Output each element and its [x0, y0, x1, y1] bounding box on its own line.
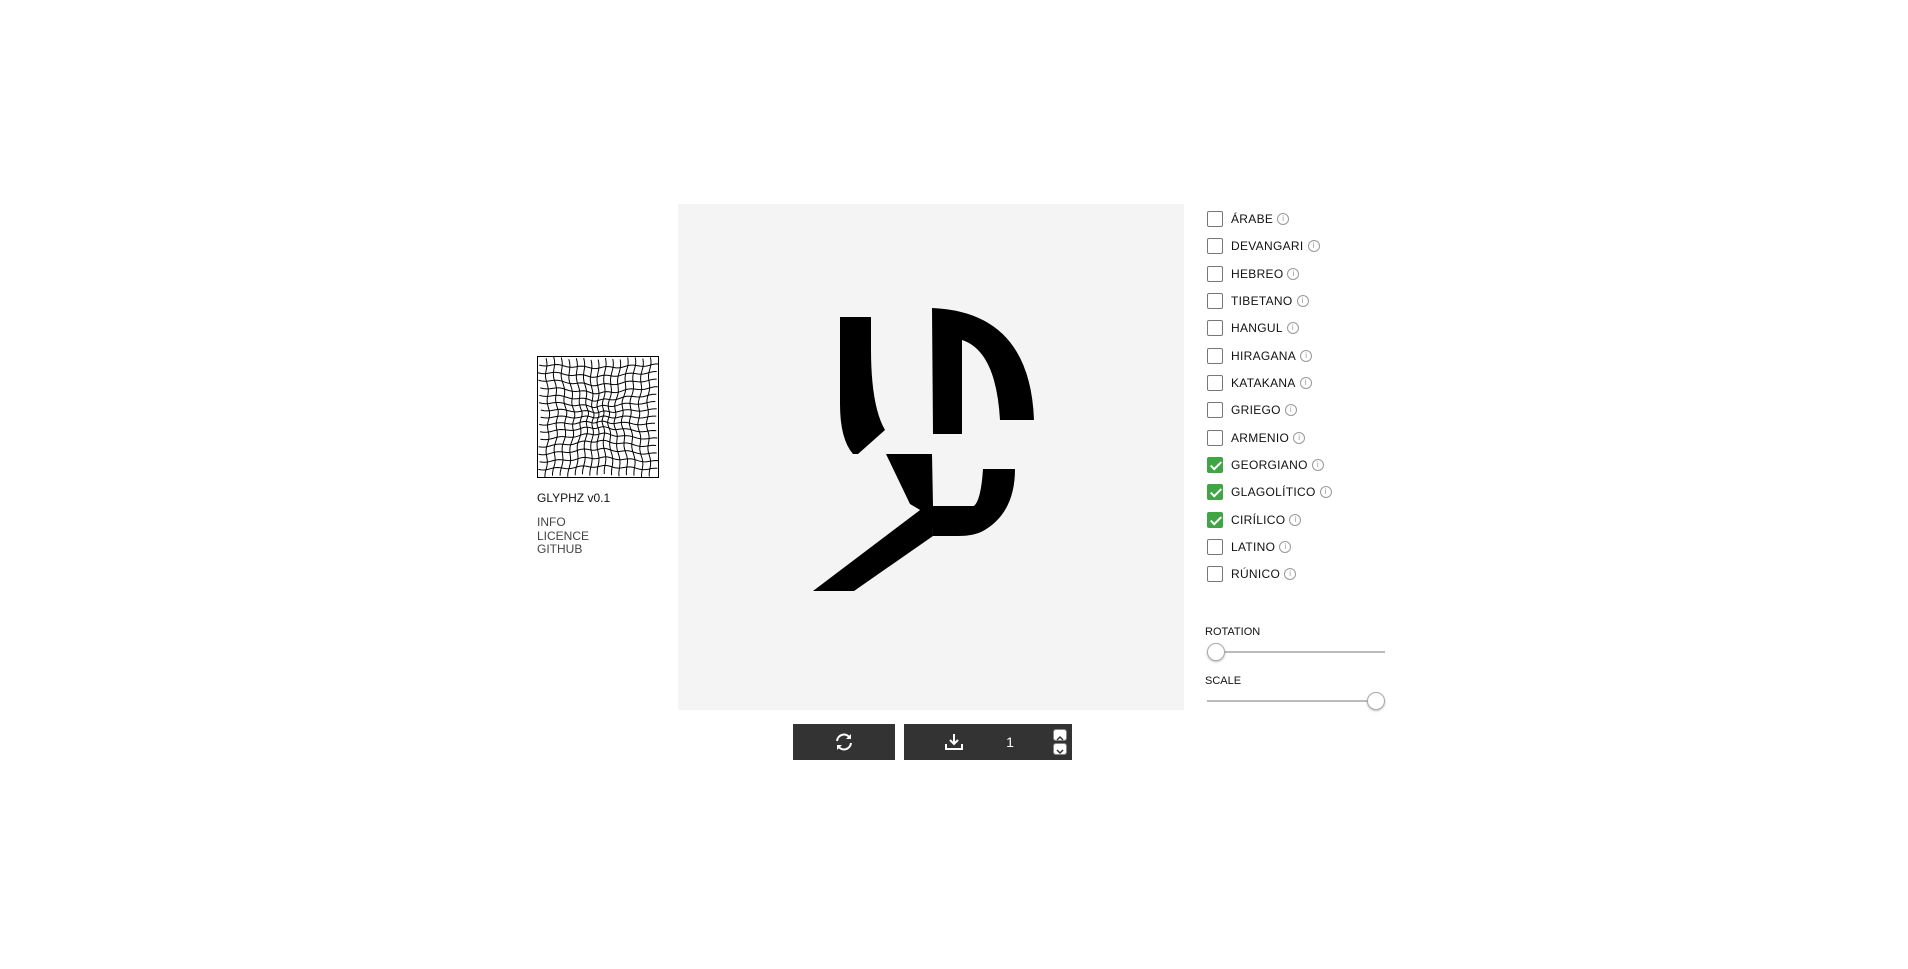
github-link[interactable]: GITHUB — [537, 542, 589, 557]
info-link[interactable]: INFO — [537, 515, 589, 530]
glyph-stroke-bowl — [932, 308, 1034, 434]
info-icon[interactable]: i — [1284, 404, 1297, 416]
checkbox[interactable] — [1207, 375, 1223, 391]
glyph-canvas — [678, 204, 1184, 710]
script-label: HEBREO — [1231, 267, 1284, 281]
checkbox[interactable] — [1207, 266, 1223, 282]
decrement-button[interactable] — [1053, 743, 1067, 755]
rotation-slider-thumb[interactable] — [1207, 643, 1225, 661]
script-label: HIRAGANA — [1231, 349, 1297, 363]
info-icon[interactable]: i — [1299, 377, 1312, 389]
script-label: GRIEGO — [1231, 403, 1281, 417]
info-icon[interactable]: i — [1307, 240, 1320, 252]
chevron-down-icon — [1056, 749, 1064, 755]
checkbox[interactable] — [1207, 512, 1223, 528]
download-control[interactable]: 1 — [904, 724, 1072, 760]
checkbox[interactable] — [1207, 348, 1223, 364]
checkbox[interactable] — [1207, 238, 1223, 254]
licence-link[interactable]: LICENCE — [537, 529, 589, 544]
script-label: TIBETANO — [1231, 294, 1293, 308]
chevron-up-icon — [1056, 735, 1064, 741]
checkbox[interactable] — [1207, 293, 1223, 309]
info-icon[interactable]: i — [1279, 541, 1292, 553]
script-row-hangul[interactable]: HANGUL i — [1207, 318, 1299, 338]
script-row-runico[interactable]: RÚNICO i — [1207, 564, 1297, 584]
logo-warped-grid — [537, 356, 659, 478]
script-label: HANGUL — [1231, 321, 1283, 335]
increment-button[interactable] — [1053, 729, 1067, 741]
script-label: GLAGOLÍTICO — [1231, 485, 1316, 499]
script-row-glagolitico[interactable]: GLAGOLÍTICO i — [1207, 482, 1332, 502]
slider-track — [1207, 700, 1385, 702]
script-label: RÚNICO — [1231, 567, 1281, 581]
checkbox[interactable] — [1207, 566, 1223, 582]
script-row-latino[interactable]: LATINO i — [1207, 537, 1292, 557]
download-icon — [945, 734, 963, 750]
checkbox[interactable] — [1207, 402, 1223, 418]
checkbox[interactable] — [1207, 211, 1223, 227]
info-icon[interactable]: i — [1293, 432, 1306, 444]
script-row-devangari[interactable]: DEVANGARI i — [1207, 236, 1320, 256]
checkbox[interactable] — [1207, 457, 1223, 473]
info-icon[interactable]: i — [1311, 459, 1324, 471]
glyph-stroke-diagonal — [813, 501, 933, 591]
checkbox[interactable] — [1207, 320, 1223, 336]
script-row-georgiano[interactable]: GEORGIANO i — [1207, 455, 1324, 475]
info-icon[interactable]: i — [1296, 295, 1309, 307]
script-row-arabe[interactable]: ÁRABE i — [1207, 209, 1290, 229]
scale-slider[interactable] — [1207, 690, 1385, 712]
app-name: GLYPHZ v0.1 — [537, 491, 611, 505]
scale-label: SCALE — [1205, 675, 1242, 687]
rotation-label: ROTATION — [1205, 626, 1261, 638]
script-label: ARMENIO — [1231, 431, 1290, 445]
script-label: CIRÍLICO — [1231, 513, 1286, 527]
nav-links: INFO LICENCE GITHUB — [537, 515, 589, 557]
script-label: DEVANGARI — [1231, 239, 1304, 253]
script-row-tibetano[interactable]: TIBETANO i — [1207, 291, 1309, 311]
info-icon[interactable]: i — [1284, 568, 1297, 580]
script-row-hebreo[interactable]: HEBREO i — [1207, 264, 1300, 284]
info-icon[interactable]: i — [1287, 268, 1300, 280]
info-icon[interactable]: i — [1286, 322, 1299, 334]
script-label: GEORGIANO — [1231, 458, 1308, 472]
rotation-slider[interactable] — [1207, 641, 1385, 663]
info-icon[interactable]: i — [1289, 514, 1302, 526]
download-count[interactable]: 1 — [998, 734, 1022, 750]
scale-slider-thumb[interactable] — [1367, 692, 1385, 710]
info-icon[interactable]: i — [1300, 350, 1313, 362]
checkbox[interactable] — [1207, 539, 1223, 555]
script-row-cirilico[interactable]: CIRÍLICO i — [1207, 510, 1302, 530]
refresh-icon — [836, 733, 852, 751]
glyph-stroke-left — [840, 317, 885, 454]
refresh-button[interactable] — [793, 724, 895, 760]
script-row-katakana[interactable]: KATAKANA i — [1207, 373, 1312, 393]
script-row-armenio[interactable]: ARMENIO i — [1207, 428, 1306, 448]
script-label: KATAKANA — [1231, 376, 1296, 390]
script-row-griego[interactable]: GRIEGO i — [1207, 400, 1297, 420]
info-icon[interactable]: i — [1319, 486, 1332, 498]
generated-glyph — [813, 308, 1034, 591]
slider-track — [1207, 651, 1385, 653]
checkbox[interactable] — [1207, 430, 1223, 446]
info-icon[interactable]: i — [1277, 213, 1290, 225]
checkbox[interactable] — [1207, 484, 1223, 500]
script-label: ÁRABE — [1231, 212, 1274, 226]
script-label: LATINO — [1231, 540, 1276, 554]
script-row-hiragana[interactable]: HIRAGANA i — [1207, 346, 1313, 366]
